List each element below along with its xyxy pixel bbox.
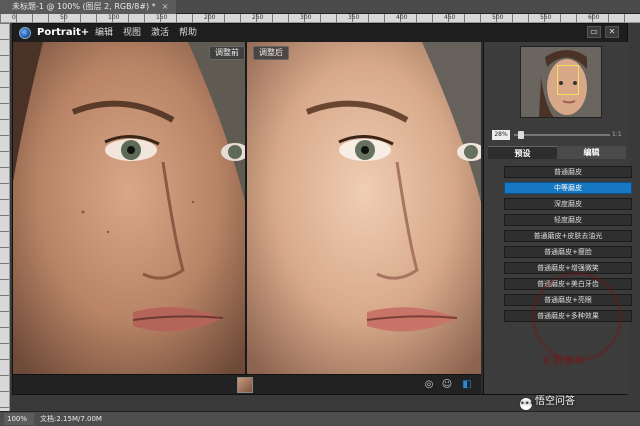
zoom-field[interactable]: 28% [492,130,510,140]
ruler-mark: 100 [108,14,120,21]
vertical-ruler [0,23,10,411]
layout-icon[interactable]: ◧ [461,379,473,391]
ruler-mark: 400 [396,14,408,21]
menu-activate[interactable]: 激活 [151,26,169,40]
preset-item-selected[interactable]: 中等磨皮 [504,182,632,194]
before-face-image [13,42,245,374]
before-label: 调整前 [209,46,245,60]
thumbnail-image[interactable] [237,377,253,393]
maximize-icon[interactable]: ▭ [587,26,601,38]
ruler-mark: 300 [300,14,312,21]
after-image-pane[interactable]: 调整后 [247,42,481,374]
after-label: 调整后 [253,46,289,60]
portrait-logo-icon [19,27,31,39]
right-panel: 28% 1:1 预设 编辑 普通磨皮 中等磨皮 深度磨皮 轻度磨皮 普通磨皮+皮… [483,42,632,394]
zoom-actual-size[interactable]: 1:1 [612,130,622,140]
smile-icon[interactable]: ☺ [441,379,453,391]
before-image-pane[interactable]: 调整前 [13,42,245,374]
tab-edit[interactable]: 编辑 [557,146,626,159]
seal-watermark-text: 紫飘摄影 [542,356,586,367]
site-watermark: •••悟空问答 [520,394,575,410]
menu-help[interactable]: 帮助 [179,26,197,40]
document-tab[interactable]: 未标题-1 @ 100% (图层 2, RGB/8#) * × [0,0,177,14]
zoom-slider-handle[interactable] [518,131,524,139]
status-bar: 100% 文档:2.15M/7.00M [0,411,640,426]
ruler-mark: 600 [588,14,600,21]
ruler-mark: 550 [540,14,552,21]
document-tab-title: 未标题-1 @ 100% (图层 2, RGB/8#) * [12,2,156,11]
preset-item[interactable]: 普通磨皮+瘦脸 [504,246,632,258]
menu-edit[interactable]: 编辑 [95,26,113,40]
zoom-slider-track[interactable] [514,134,610,136]
zoom-control: 28% 1:1 [492,130,622,140]
ruler-mark: 500 [492,14,504,21]
site-watermark-text: 悟空问答 [535,396,575,407]
ruler-mark: 50 [60,14,68,21]
horizontal-ruler: 0 50 100 150 200 250 300 350 400 450 500… [0,14,640,23]
preview-toolbar: ◎ ☺ ◧ [13,374,481,394]
ruler-mark: 350 [348,14,360,21]
tab-presets[interactable]: 预设 [488,146,557,159]
panel-tabs: 预设 编辑 [488,146,626,159]
document-tab-bar: 未标题-1 @ 100% (图层 2, RGB/8#) * × [0,0,640,14]
compare-icon[interactable]: ◎ [423,379,435,391]
chat-bubble-icon: ••• [520,398,535,410]
brand-title: Portrait+ [37,27,90,38]
ruler-mark: 150 [156,14,168,21]
ruler-mark: 250 [252,14,264,21]
menu-view[interactable]: 视图 [123,26,141,40]
preset-item[interactable]: 深度磨皮 [504,198,632,210]
preset-item[interactable]: 轻度磨皮 [504,214,632,226]
close-tab-icon[interactable]: × [162,2,169,11]
plugin-menubar: Portrait+ 编辑 视图 激活 帮助 ▭ ✕ [13,24,627,42]
close-icon[interactable]: ✕ [605,26,619,38]
after-face-image [247,42,481,374]
navigator-viewport-box[interactable] [557,65,579,95]
status-zoom-field[interactable]: 100% [4,413,34,425]
portrait-plus-window: Portrait+ 编辑 视图 激活 帮助 ▭ ✕ 调整前 调整后 ◎ ☺ ◧ … [12,23,632,395]
ruler-mark: 200 [204,14,216,21]
preset-item[interactable]: 普通磨皮+皮肤去油光 [504,230,632,242]
status-doc-size: 文档:2.15M/7.00M [40,415,102,423]
navigator-preview[interactable] [520,46,602,118]
preset-item[interactable]: 普通磨皮 [504,166,632,178]
photoshop-window: 未标题-1 @ 100% (图层 2, RGB/8#) * × 0 50 100 … [0,0,640,426]
ruler-mark: 0 [12,14,16,21]
ruler-mark: 450 [444,14,456,21]
